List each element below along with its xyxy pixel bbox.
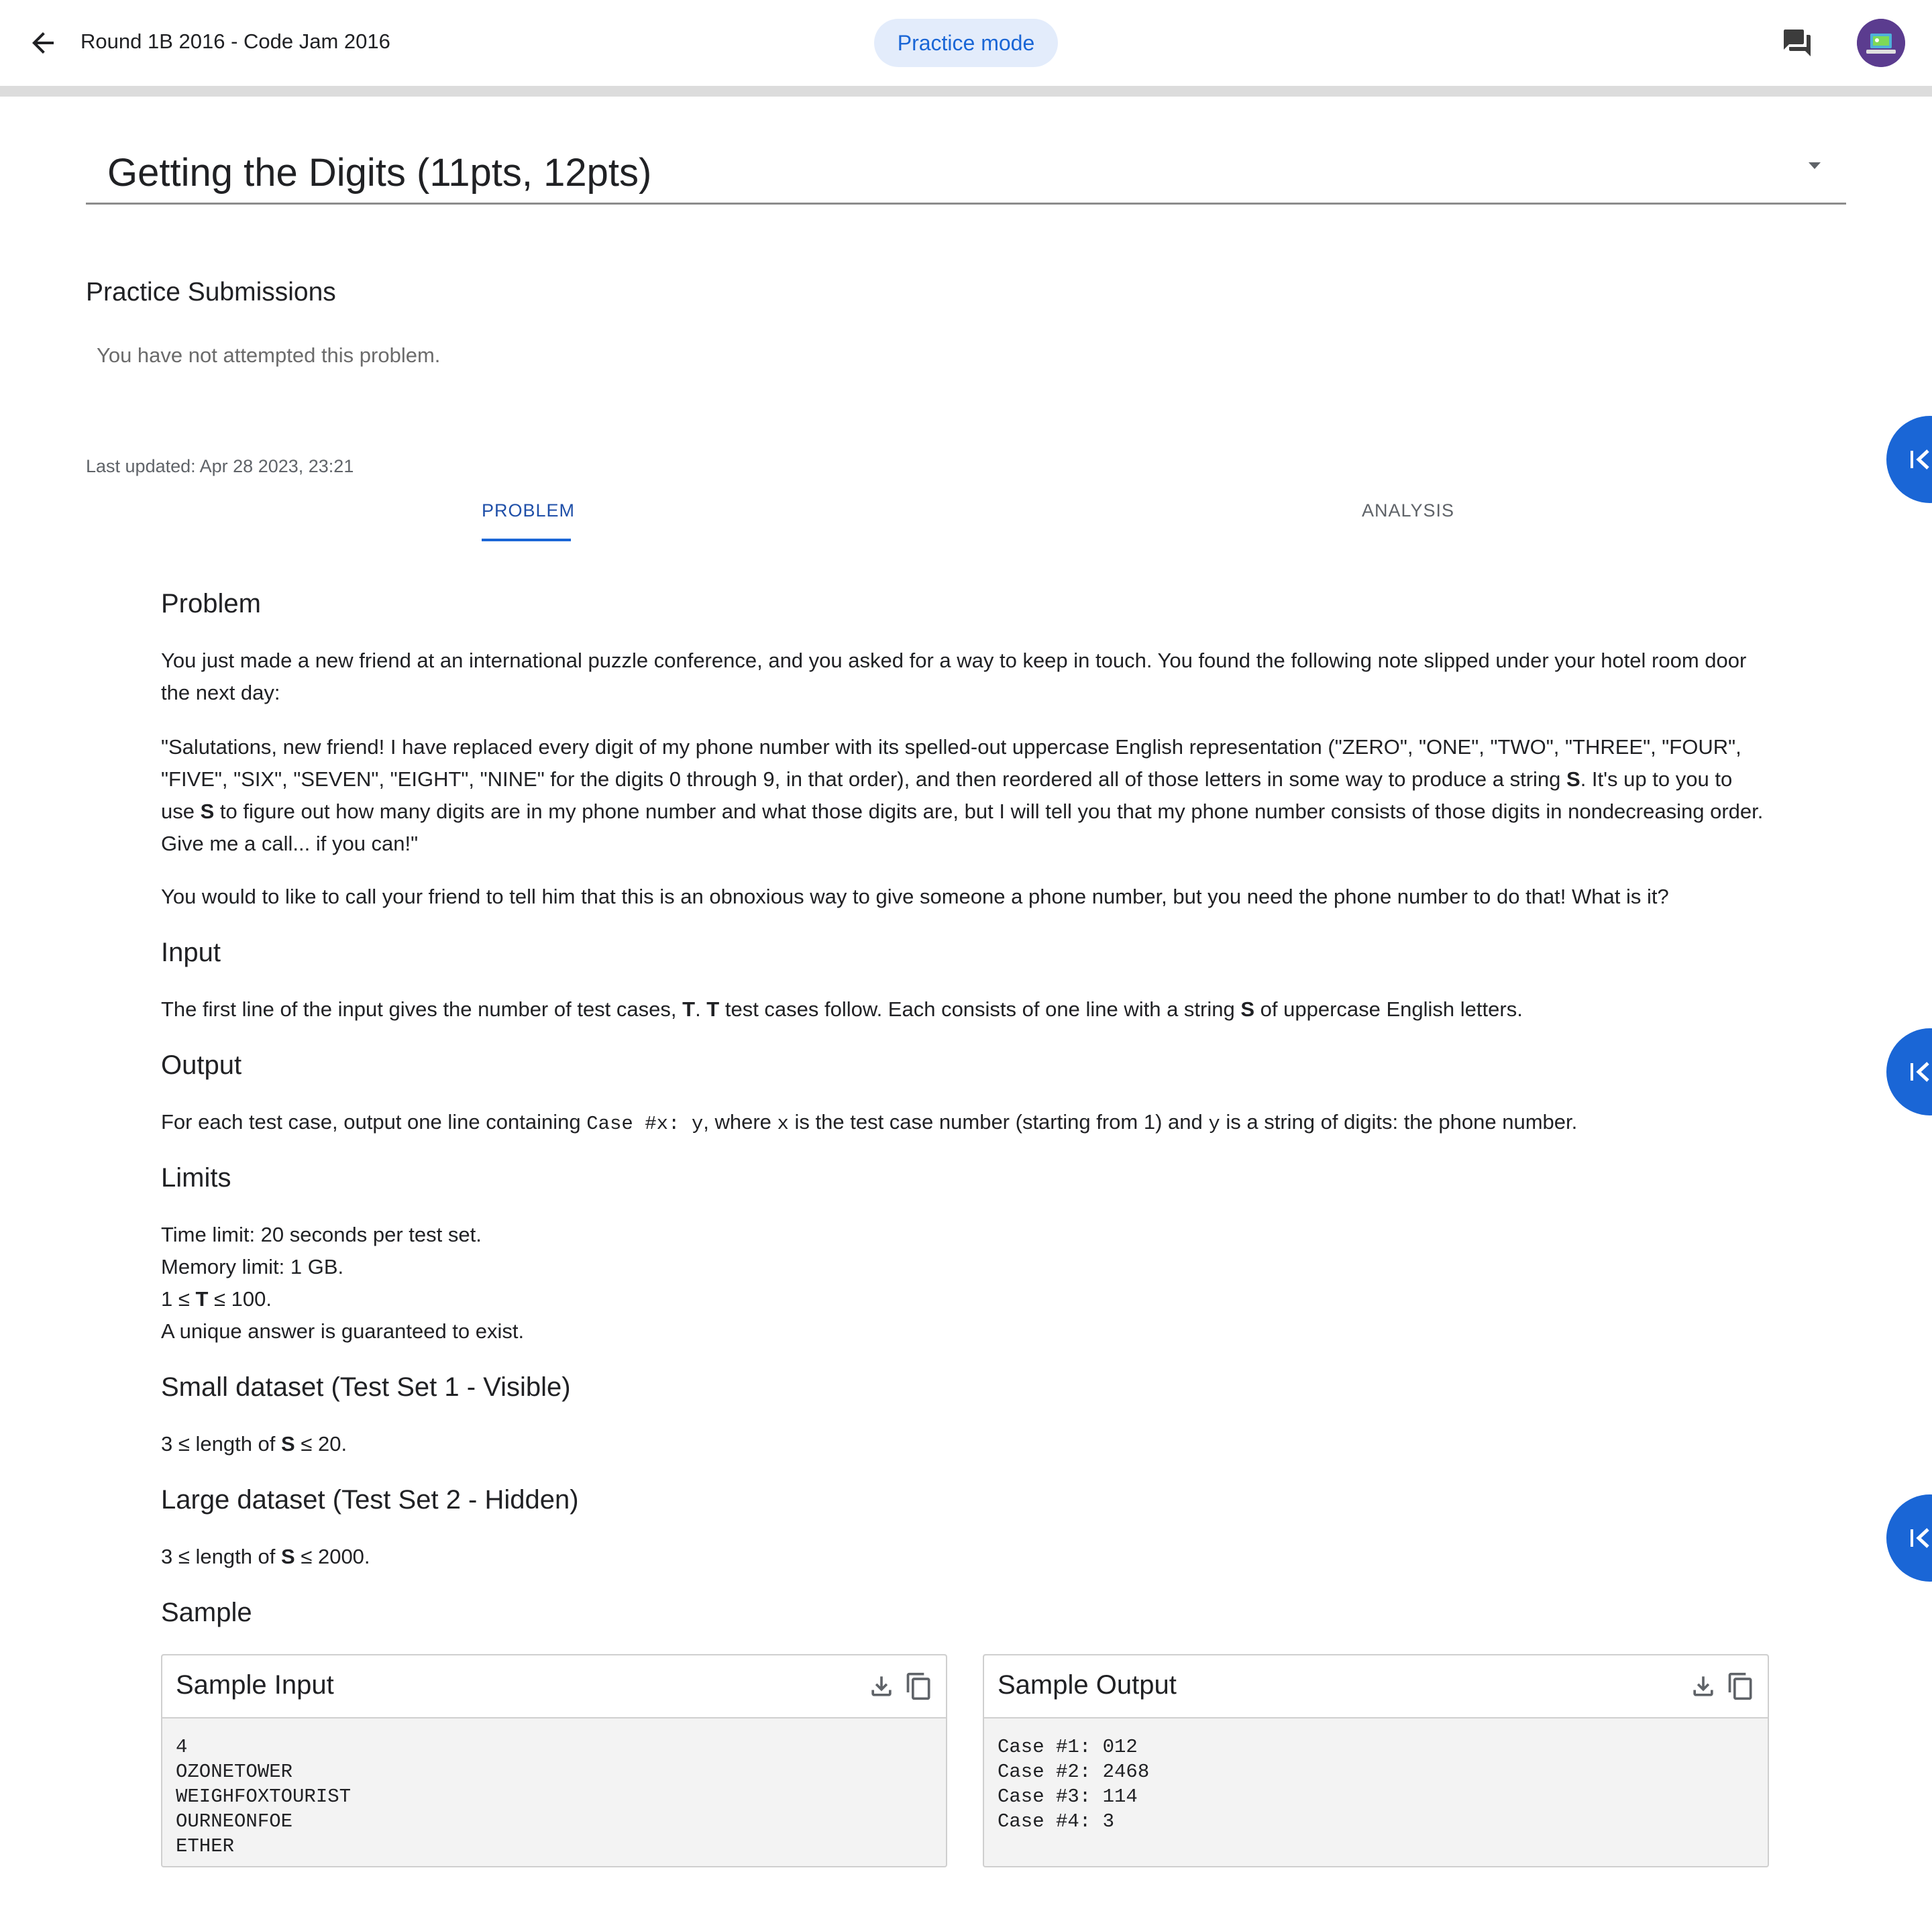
first-page-icon <box>1911 1062 1929 1082</box>
contest-title: Round 1B 2016 - Code Jam 2016 <box>80 30 390 53</box>
copy-output-button[interactable] <box>1726 1672 1756 1701</box>
limit-unique: A unique answer is guaranteed to exist. <box>161 1319 525 1343</box>
output-heading: Output <box>161 1050 242 1080</box>
collapse-panel-button-1[interactable] <box>1886 416 1932 503</box>
last-updated: Last updated: Apr 28 2023, 23:21 <box>86 456 354 476</box>
copy-icon <box>1728 1672 1752 1700</box>
submissions-empty-text: You have not attempted this problem. <box>97 343 441 367</box>
app-header: Round 1B 2016 - Code Jam 2016 Practice m… <box>0 0 1932 97</box>
chat-button[interactable] <box>1781 27 1813 59</box>
dropdown-caret-icon <box>1809 162 1821 169</box>
limit-memory: Memory limit: 1 GB. <box>161 1255 344 1278</box>
first-page-icon <box>1911 1528 1929 1548</box>
forum-icon <box>1784 30 1811 56</box>
first-page-icon <box>1911 449 1929 470</box>
collapse-panel-button-2[interactable] <box>1886 1028 1932 1115</box>
input-heading: Input <box>161 938 221 967</box>
limits-heading: Limits <box>161 1163 231 1193</box>
problem-selector[interactable]: Getting the Digits (11pts, 12pts) <box>86 141 1846 205</box>
back-button[interactable] <box>27 25 59 60</box>
large-dataset-heading: Large dataset (Test Set 2 - Hidden) <box>161 1485 579 1515</box>
problem-title: Getting the Digits (11pts, 12pts) <box>107 151 652 195</box>
sample-input-panel: Sample Input 4 OZONETOWER WEIGHFOXTOURIS… <box>161 1654 947 1867</box>
tab-analysis[interactable]: ANALYSIS <box>1362 500 1454 521</box>
small-dataset-heading: Small dataset (Test Set 1 - Visible) <box>161 1372 571 1402</box>
limit-time: Time limit: 20 seconds per test set. <box>161 1223 482 1246</box>
download-output-button[interactable] <box>1688 1672 1718 1701</box>
arrow-back-icon <box>32 32 54 54</box>
input-paragraph: The first line of the input gives the nu… <box>161 997 1523 1021</box>
problem-heading: Problem <box>161 589 261 618</box>
sample-output-panel: Sample Output Case #1: 012 Case #2: 2468… <box>983 1654 1769 1867</box>
problem-paragraph-2: "Salutations, new friend! I have replace… <box>161 735 1764 855</box>
avatar[interactable] <box>1857 19 1905 67</box>
download-icon <box>871 1676 892 1696</box>
download-icon <box>1693 1676 1713 1696</box>
small-dataset-limit: 3 ≤ length of S ≤ 20. <box>161 1432 347 1456</box>
sample-heading: Sample <box>161 1598 252 1627</box>
limit-test-cases: 1 ≤ T ≤ 100. <box>161 1287 272 1311</box>
copy-input-button[interactable] <box>904 1672 934 1701</box>
copy-icon <box>906 1672 930 1700</box>
submissions-heading: Practice Submissions <box>86 278 336 307</box>
sample-input-content: 4 OZONETOWER WEIGHFOXTOURIST OURNEONFOE … <box>176 1736 352 1857</box>
sample-input-header: Sample Input <box>162 1655 946 1718</box>
active-tab-indicator <box>482 539 571 541</box>
problem-paragraph-1: You just made a new friend at an interna… <box>161 649 1747 704</box>
practice-mode-chip[interactable]: Practice mode <box>874 19 1058 67</box>
download-input-button[interactable] <box>867 1672 896 1701</box>
output-paragraph: For each test case, output one line cont… <box>161 1110 1578 1135</box>
large-dataset-limit: 3 ≤ length of S ≤ 2000. <box>161 1545 370 1568</box>
problem-paragraph-3: You would to like to call your friend to… <box>161 885 1669 908</box>
collapse-panel-button-3[interactable] <box>1886 1494 1932 1582</box>
sample-output-header: Sample Output <box>984 1655 1768 1718</box>
sample-output-content: Case #1: 012 Case #2: 2468 Case #3: 114 … <box>998 1736 1150 1833</box>
user-avatar-icon <box>1857 19 1905 67</box>
sample-output-title: Sample Output <box>998 1670 1177 1700</box>
sample-input-title: Sample Input <box>176 1670 334 1700</box>
tab-problem[interactable]: PROBLEM <box>482 500 575 521</box>
